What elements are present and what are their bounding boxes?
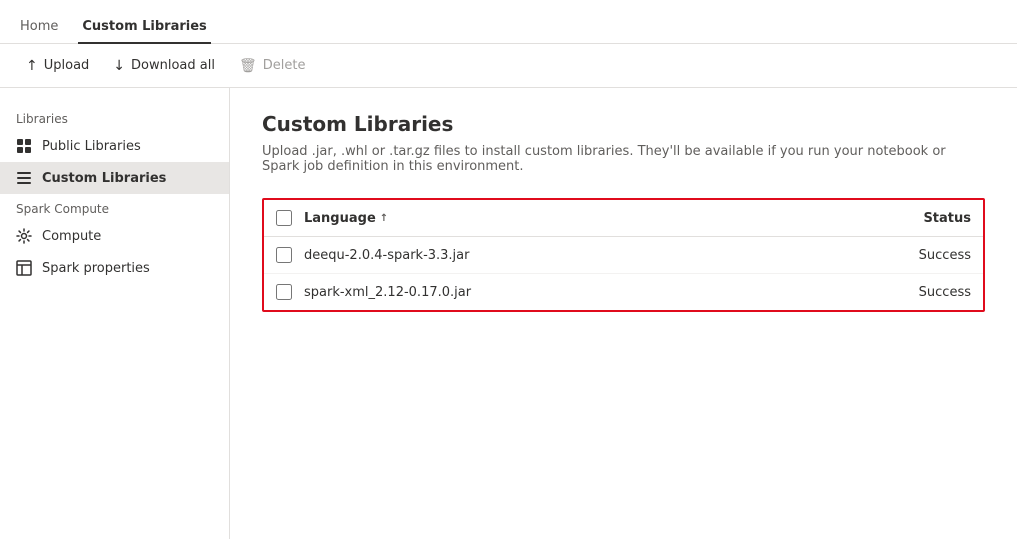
row-filename-1: deequ-2.0.4-spark-3.3.jar bbox=[304, 248, 879, 263]
sidebar-item-compute[interactable]: Compute bbox=[0, 220, 229, 252]
sidebar-item-spark-properties[interactable]: Spark properties bbox=[0, 252, 229, 284]
sidebar-item-custom-libraries[interactable]: Custom Libraries bbox=[0, 162, 229, 194]
table-row: spark-xml_2.12-0.17.0.jar Success bbox=[264, 274, 983, 310]
download-all-button[interactable]: ↓ Download all bbox=[103, 53, 225, 79]
table-row: deequ-2.0.4-spark-3.3.jar Success bbox=[264, 237, 983, 274]
bars-icon bbox=[16, 170, 32, 186]
libraries-table-container: Language ↑ Status deequ-2.0.4-spark-3.3.… bbox=[262, 198, 985, 312]
main-layout: Libraries Public Libraries bbox=[0, 88, 1017, 539]
delete-label: Delete bbox=[263, 58, 306, 73]
sidebar-item-compute-label: Compute bbox=[42, 229, 101, 244]
download-label: Download all bbox=[131, 58, 215, 73]
row-checkbox-2[interactable] bbox=[276, 284, 292, 300]
row-checkbox-1[interactable] bbox=[276, 247, 292, 263]
top-nav: Home Custom Libraries bbox=[0, 0, 1017, 44]
table-icon bbox=[16, 260, 32, 276]
download-icon: ↓ bbox=[113, 58, 125, 74]
sidebar: Libraries Public Libraries bbox=[0, 88, 230, 539]
sidebar-item-custom-libraries-label: Custom Libraries bbox=[42, 171, 166, 186]
libraries-section-label: Libraries bbox=[0, 104, 229, 130]
sidebar-item-public-libraries-label: Public Libraries bbox=[42, 139, 141, 154]
toolbar: ↑ Upload ↓ Download all 🗑 Delete bbox=[0, 44, 1017, 88]
page-description: Upload .jar, .whl or .tar.gz files to in… bbox=[262, 144, 985, 174]
main-content: Custom Libraries Upload .jar, .whl or .t… bbox=[230, 88, 1017, 539]
row-filename-2: spark-xml_2.12-0.17.0.jar bbox=[304, 285, 879, 300]
col-status-header: Status bbox=[891, 211, 971, 226]
grid-icon bbox=[16, 138, 32, 154]
upload-label: Upload bbox=[44, 58, 90, 73]
table-header: Language ↑ Status bbox=[264, 200, 983, 237]
col-language-label: Language bbox=[304, 211, 376, 226]
row-status-1: Success bbox=[891, 248, 971, 263]
row-status-2: Success bbox=[891, 285, 971, 300]
nav-home[interactable]: Home bbox=[16, 11, 62, 44]
gear-icon bbox=[16, 228, 32, 244]
sidebar-item-spark-properties-label: Spark properties bbox=[42, 261, 150, 276]
sort-icon: ↑ bbox=[380, 213, 388, 224]
nav-custom-libraries[interactable]: Custom Libraries bbox=[78, 11, 210, 44]
spark-section-label: Spark Compute bbox=[0, 194, 229, 220]
col-language-header[interactable]: Language ↑ bbox=[304, 211, 879, 226]
page-title: Custom Libraries bbox=[262, 112, 985, 136]
delete-button[interactable]: 🗑 Delete bbox=[229, 53, 316, 79]
upload-icon: ↑ bbox=[26, 58, 38, 74]
select-all-checkbox[interactable] bbox=[276, 210, 292, 226]
upload-button[interactable]: ↑ Upload bbox=[16, 53, 99, 79]
sidebar-item-public-libraries[interactable]: Public Libraries bbox=[0, 130, 229, 162]
delete-icon: 🗑 bbox=[239, 58, 257, 74]
